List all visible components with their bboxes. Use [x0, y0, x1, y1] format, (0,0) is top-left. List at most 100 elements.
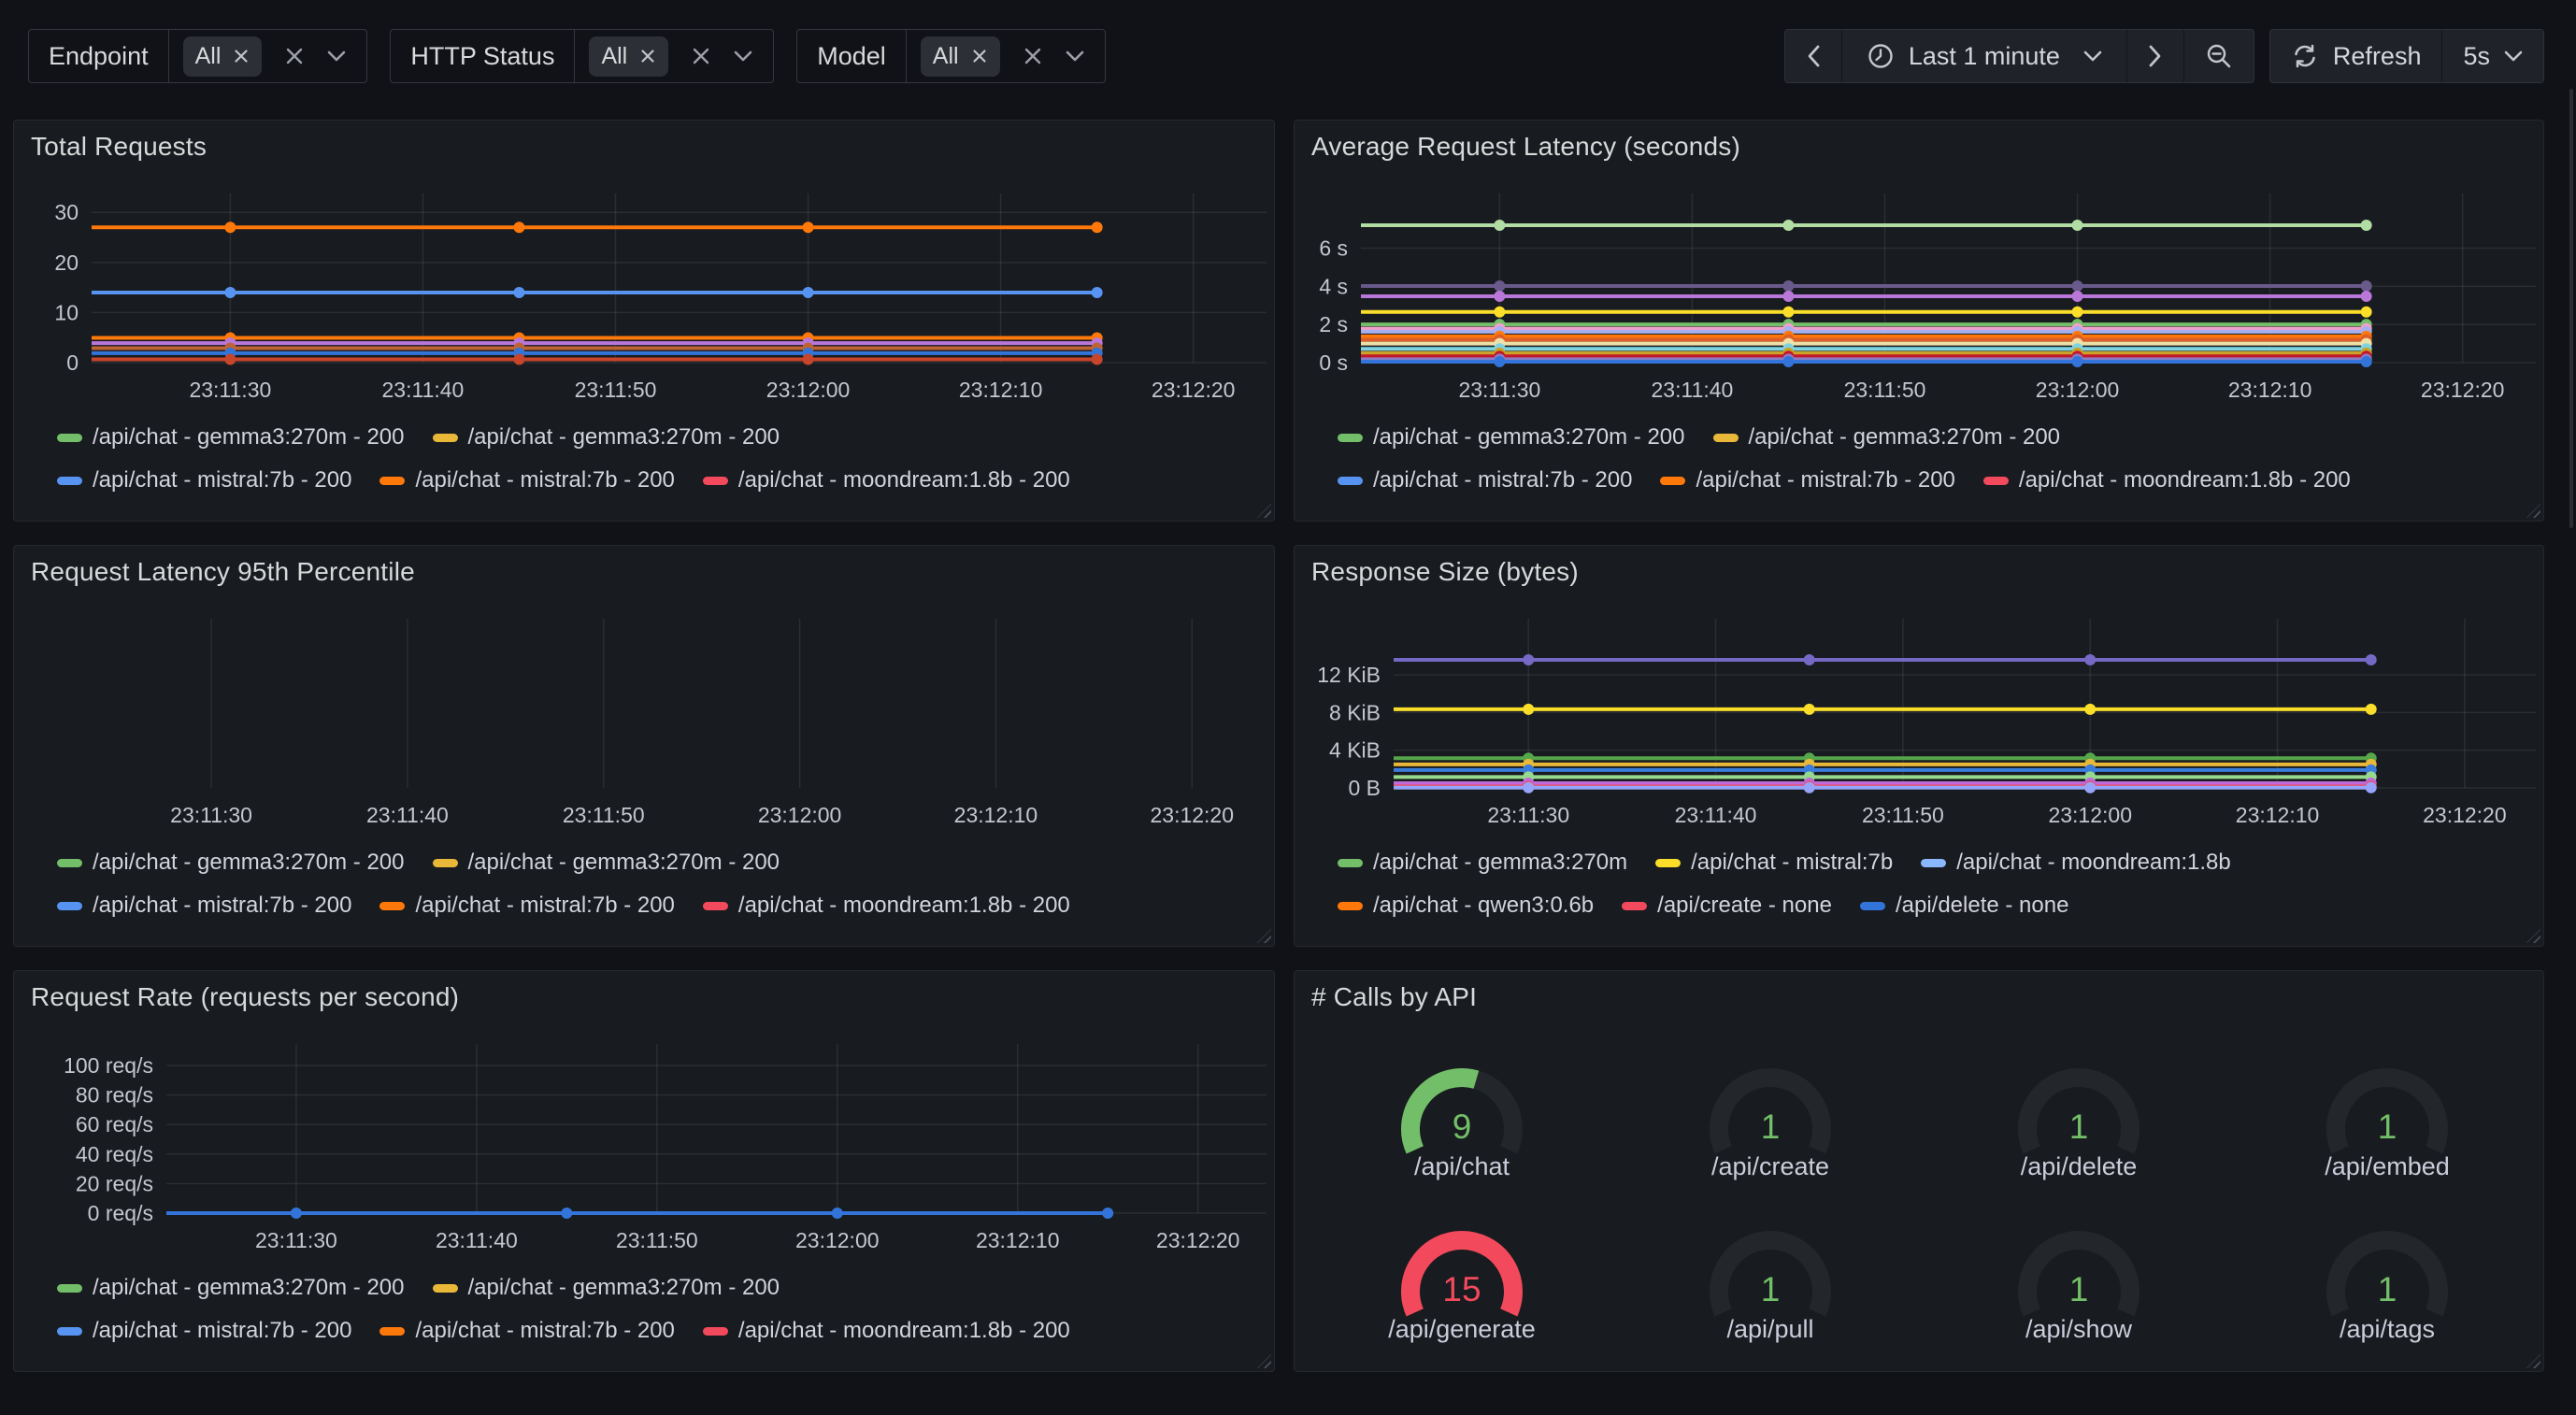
zoom-out-button[interactable]	[2183, 30, 2254, 82]
series-point	[1782, 291, 1794, 302]
remove-chip-icon[interactable]	[639, 48, 656, 64]
filter-value[interactable]: All	[575, 30, 773, 82]
filter-chip[interactable]: All	[183, 36, 263, 77]
y-tick-label: 6 s	[1319, 236, 1348, 261]
legend-item[interactable]: /api/chat - gemma3:270m - 200	[1338, 424, 1685, 450]
legend-row: /api/chat - gemma3:270m - 200/api/chat -…	[57, 1266, 1070, 1309]
filter-chip[interactable]: All	[921, 36, 1000, 77]
series-point	[2072, 307, 2083, 318]
series-point	[2361, 307, 2372, 318]
legend-item[interactable]: /api/chat - moondream:1.8b - 200	[703, 1318, 1070, 1344]
legend-item[interactable]: /api/chat - gemma3:270m - 200	[57, 1275, 405, 1301]
series-point	[224, 287, 236, 298]
legend-item[interactable]: /api/chat - gemma3:270m - 200	[433, 1275, 780, 1301]
chevron-down-icon[interactable]	[1066, 50, 1084, 63]
x-tick-label: 23:11:40	[382, 378, 465, 402]
filter-chip[interactable]: All	[589, 36, 668, 77]
x-tick-label: 23:12:10	[976, 1228, 1060, 1252]
legend-item[interactable]: /api/chat - mistral:7b - 200	[1338, 467, 1632, 493]
clear-filter-icon[interactable]	[1023, 46, 1043, 66]
filter-chip-label: All	[601, 43, 627, 70]
panel-title[interactable]: Request Latency 95th Percentile	[31, 557, 415, 587]
y-tick-label: 0 s	[1319, 350, 1348, 375]
legend-swatch	[1338, 477, 1363, 485]
y-tick-label: 60 req/s	[76, 1112, 153, 1136]
filter-group-endpoint[interactable]: Endpoint All	[28, 29, 367, 83]
panel-response-size-bytes: Response Size (bytes)23:11:3023:11:4023:…	[1294, 545, 2544, 947]
refresh-interval-label: 5s	[2463, 42, 2490, 71]
chevron-down-icon[interactable]	[734, 50, 752, 63]
legend-item[interactable]: /api/chat - mistral:7b - 200	[57, 893, 351, 919]
time-range-picker[interactable]: Last 1 minute	[1841, 30, 2126, 82]
legend-item[interactable]: /api/create - none	[1622, 893, 1832, 919]
legend-item[interactable]: /api/chat - gemma3:270m - 200	[433, 424, 780, 450]
legend-item[interactable]: /api/chat - moondream:1.8b	[1921, 850, 2231, 876]
x-tick-label: 23:12:20	[1156, 1228, 1240, 1252]
legend-item[interactable]: /api/chat - mistral:7b - 200	[379, 467, 674, 493]
clear-filter-icon[interactable]	[284, 46, 305, 66]
series-point	[1494, 280, 1505, 292]
panel-request-rate-requests-per-second: Request Rate (requests per second) 23:11:…	[13, 970, 1275, 1372]
legend-item[interactable]: /api/chat - mistral:7b	[1655, 850, 1893, 876]
filter-label: Endpoint	[29, 30, 169, 82]
legend-item[interactable]: /api/chat - mistral:7b - 200	[57, 467, 351, 493]
legend-item[interactable]: /api/chat - gemma3:270m	[1338, 850, 1627, 876]
legend-item[interactable]: /api/chat - gemma3:270m - 200	[433, 850, 780, 876]
panel-title[interactable]: # Calls by API	[1311, 982, 1477, 1012]
series-point	[1494, 356, 1505, 367]
legend-label: /api/chat - mistral:7b - 200	[415, 1318, 674, 1344]
legend-label: /api/create - none	[1657, 893, 1832, 919]
refresh-button[interactable]: Refresh	[2270, 30, 2442, 82]
y-tick-label: 20	[54, 250, 79, 275]
panel-total-requests: Total Requests23:11:3023:11:4023:11:5023…	[13, 120, 1275, 522]
legend-label: /api/chat - moondream:1.8b - 200	[738, 1318, 1070, 1344]
legend-label: /api/chat - moondream:1.8b	[1956, 850, 2231, 876]
filter-value[interactable]: All	[169, 30, 367, 82]
x-tick-label: 23:11:30	[1458, 378, 1540, 402]
panel-request-latency-95th-percentile: Request Latency 95th Percentile23:11:302…	[13, 545, 1275, 947]
time-shift-back-button[interactable]	[1785, 30, 1841, 82]
series-point	[2361, 220, 2372, 231]
gauge-label: /api/tags	[2233, 1315, 2541, 1344]
filter-value[interactable]: All	[907, 30, 1105, 82]
time-shift-forward-button[interactable]	[2126, 30, 2183, 82]
legend-item[interactable]: /api/chat - gemma3:270m - 200	[1713, 424, 2061, 450]
x-tick-label: 23:11:30	[255, 1228, 337, 1252]
series-point	[2366, 654, 2377, 665]
filter-label: HTTP Status	[391, 30, 575, 82]
clear-filter-icon[interactable]	[691, 46, 711, 66]
legend-swatch	[433, 1284, 458, 1293]
panel-title[interactable]: Total Requests	[31, 132, 207, 162]
filter-group-http-status[interactable]: HTTP Status All	[390, 29, 774, 83]
remove-chip-icon[interactable]	[233, 48, 250, 64]
gauge-label: /api/show	[1925, 1315, 2233, 1344]
y-tick-label: 0 B	[1348, 776, 1381, 800]
legend-swatch	[703, 902, 728, 910]
legend-item[interactable]: /api/chat - mistral:7b - 200	[379, 1318, 674, 1344]
refresh-interval-picker[interactable]: 5s	[2441, 30, 2543, 82]
legend-item[interactable]: /api/chat - qwen3:0.6b	[1338, 893, 1594, 919]
filter-group-model[interactable]: ModelAll	[796, 29, 1105, 83]
legend-item[interactable]: /api/chat - gemma3:270m - 200	[57, 850, 405, 876]
legend-item[interactable]: /api/chat - mistral:7b - 200	[379, 893, 674, 919]
legend-item[interactable]: /api/chat - moondream:1.8b - 200	[703, 467, 1070, 493]
legend-label: /api/chat - mistral:7b - 200	[1696, 467, 1954, 493]
legend-item[interactable]: /api/chat - mistral:7b - 200	[57, 1318, 351, 1344]
legend-item[interactable]: /api/delete - none	[1860, 893, 2068, 919]
series-point	[2361, 356, 2372, 367]
legend-item[interactable]: /api/chat - mistral:7b - 200	[1660, 467, 1954, 493]
legend-swatch	[433, 859, 458, 867]
legend-item[interactable]: /api/chat - moondream:1.8b - 200	[1983, 467, 2351, 493]
legend-item[interactable]: /api/chat - gemma3:270m - 200	[57, 424, 405, 450]
scrollbar-thumb[interactable]	[2569, 89, 2573, 528]
remove-chip-icon[interactable]	[971, 48, 988, 64]
gauge-grid: 9/api/chat1/api/create1/api/delete1/api/…	[1308, 1050, 2541, 1375]
chevron-down-icon	[2504, 50, 2523, 63]
chevron-down-icon[interactable]	[327, 50, 346, 63]
filter-bar: EndpointAllHTTP StatusAllModelAll	[28, 29, 1106, 83]
panel-title[interactable]: Response Size (bytes)	[1311, 557, 1579, 587]
panel-title[interactable]: Average Request Latency (seconds)	[1311, 132, 1740, 162]
panel-title[interactable]: Request Rate (requests per second)	[31, 982, 459, 1012]
legend-label: /api/chat - gemma3:270m - 200	[468, 424, 780, 450]
legend-item[interactable]: /api/chat - moondream:1.8b - 200	[703, 893, 1070, 919]
